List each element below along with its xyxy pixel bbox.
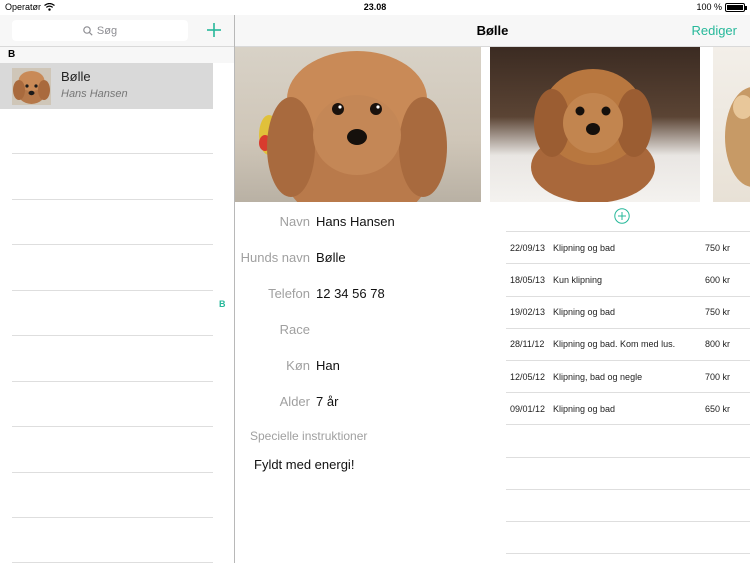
gender-label: Køn [286, 358, 310, 373]
section-index-letter[interactable]: B [219, 299, 226, 309]
visit-separator [506, 521, 750, 522]
list-separator [12, 472, 213, 473]
visit-separator [506, 296, 750, 297]
dog-thumbnail [12, 68, 51, 105]
contact-name: Bølle [61, 69, 91, 84]
dog-photo-2[interactable] [490, 47, 700, 202]
list-separator [12, 517, 213, 518]
dog-name-value: Bølle [316, 250, 346, 265]
section-header: B [0, 47, 234, 63]
visit-date: 22/09/13 [510, 243, 546, 253]
visit-separator [506, 360, 750, 361]
add-contact-button[interactable] [204, 20, 224, 40]
phone-value[interactable]: 12 34 56 78 [316, 286, 385, 301]
edit-button[interactable]: Rediger [691, 23, 737, 38]
visit-description: Kun klipning [553, 275, 603, 285]
visit-separator [506, 328, 750, 329]
clock: 23.08 [363, 2, 387, 12]
contact-owner: Hans Hansen [61, 88, 128, 100]
list-separator [12, 335, 213, 336]
dog-name-label: Hunds navn [240, 250, 310, 265]
gender-value: Han [316, 358, 340, 373]
dog-photo-3[interactable] [713, 47, 750, 202]
visit-separator [506, 263, 750, 264]
visit-date: 09/01/12 [510, 404, 546, 414]
visit-separator [506, 457, 750, 458]
list-separator [12, 426, 213, 427]
search-placeholder: Søg [96, 24, 118, 37]
contact-row[interactable]: Bølle Hans Hansen [0, 63, 213, 109]
search-field[interactable]: Søg [12, 20, 188, 41]
visit-date: 18/05/13 [510, 275, 546, 285]
list-separator [12, 290, 213, 291]
detail-nav-bar: Bølle Rediger [235, 15, 750, 47]
contact-list-pane: Søg B Bølle Hans Hansen B [0, 15, 234, 563]
visit-price: 700 kr [704, 372, 730, 382]
age-label: Alder [279, 394, 310, 409]
list-separator [12, 153, 213, 154]
visit-separator [506, 489, 750, 490]
special-instructions-label: Specielle instruktioner [250, 429, 368, 443]
phone-label: Telefon [268, 286, 310, 301]
visit-description: Klipning og bad [553, 307, 616, 317]
visit-description: Klipning og bad [553, 404, 616, 414]
battery-info: 100 % [696, 2, 747, 12]
visit-price: 800 kr [704, 339, 730, 349]
battery-percent: 100 % [696, 2, 722, 12]
age-value: 7 år [316, 394, 339, 409]
visit-separator [506, 424, 750, 425]
visit-description: Klipning, bad og negle [553, 372, 643, 382]
add-photo-button[interactable] [614, 208, 630, 224]
breed-label: Race [279, 322, 310, 337]
visit-date: 12/05/12 [510, 372, 546, 382]
visit-separator [506, 392, 750, 393]
special-instructions-value: Fyldt med energi! [254, 457, 355, 472]
battery-icon [725, 2, 747, 12]
visit-date: 28/11/12 [510, 339, 545, 349]
visit-description: Klipning og bad. Kom med lus. [553, 339, 676, 349]
detail-title: Bølle [476, 23, 509, 38]
visit-price: 750 kr [704, 307, 730, 317]
search-icon [83, 25, 93, 36]
status-bar: Operatør 23.08 100 % [0, 0, 750, 15]
visit-separator [506, 553, 750, 554]
list-separator [12, 381, 213, 382]
visit-description: Klipning og bad [553, 243, 616, 253]
list-separator [12, 199, 213, 200]
name-value: Hans Hansen [316, 214, 395, 229]
visit-date: 19/02/13 [510, 307, 546, 317]
list-separator [12, 244, 213, 245]
visit-price: 650 kr [704, 404, 730, 414]
visit-price: 600 kr [704, 275, 730, 285]
dog-photo-main[interactable] [235, 47, 481, 202]
visit-separator [506, 231, 750, 232]
visit-price: 750 kr [704, 243, 730, 253]
list-nav-bar: Søg [0, 15, 234, 47]
name-label: Navn [279, 214, 310, 229]
